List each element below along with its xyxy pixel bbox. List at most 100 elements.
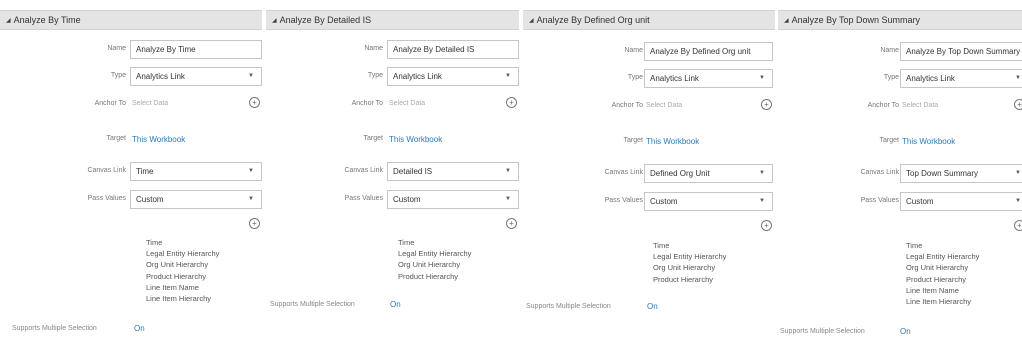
chevron-down-icon: ▼: [1015, 75, 1021, 81]
target-link[interactable]: This Workbook: [132, 135, 185, 144]
chevron-down-icon: ▼: [759, 75, 765, 81]
canvas-link-label: Canvas Link: [604, 169, 643, 176]
type-select[interactable]: Analytics Link ▼: [387, 67, 519, 86]
name-field[interactable]: Analyze By Time: [130, 40, 262, 59]
list-item: Org Unit Hierarchy: [653, 263, 716, 273]
add-pass-value-icon[interactable]: +: [506, 218, 517, 229]
list-item: Product Hierarchy: [906, 274, 967, 284]
type-select[interactable]: Analytics Link ▼: [130, 67, 262, 86]
triangle-down-icon[interactable]: ◢: [272, 18, 277, 24]
canvas-link-value: Defined Org Unit: [650, 169, 710, 178]
chevron-down-icon: ▼: [759, 170, 765, 176]
pass-values-list: Time Legal Entity Hierarchy Org Unit Hie…: [906, 240, 979, 307]
list-item: Time: [653, 241, 670, 250]
pass-values-label: Pass Values: [87, 195, 126, 202]
pass-values-select[interactable]: Custom ▼: [900, 192, 1022, 211]
anchor-to-label: Anchor To: [867, 102, 899, 109]
chevron-down-icon: ▼: [505, 168, 511, 174]
panel-header[interactable]: ◢ Analyze By Defined Org unit: [523, 10, 775, 30]
list-item: Legal Entity Hierarchy: [398, 249, 472, 259]
list-item: Legal Entity Hierarchy: [146, 249, 220, 259]
list-item: Org Unit Hierarchy: [398, 260, 461, 270]
target-link[interactable]: This Workbook: [902, 137, 955, 146]
anchor-select-data[interactable]: Select Data: [646, 102, 682, 109]
list-item: Time: [906, 241, 923, 250]
panel-analyze-by-time: ◢ Analyze By Time Name Analyze By Time Ty…: [0, 0, 262, 341]
type-select[interactable]: Analytics Link ▼: [644, 69, 773, 88]
anchor-select-data[interactable]: Select Data: [132, 100, 168, 107]
anchor-select-data[interactable]: Select Data: [389, 100, 425, 107]
panel-header[interactable]: ◢ Analyze By Time: [0, 10, 262, 30]
canvas-link-select[interactable]: Defined Org Unit ▼: [644, 164, 773, 183]
panel-title: Analyze By Time: [13, 15, 81, 25]
panel-header[interactable]: ◢ Analyze By Top Down Summary: [778, 10, 1022, 30]
pass-values-select[interactable]: Custom ▼: [130, 190, 262, 209]
add-anchor-icon[interactable]: +: [761, 99, 772, 110]
triangle-down-icon[interactable]: ◢: [784, 18, 789, 24]
add-anchor-icon[interactable]: +: [1014, 99, 1022, 110]
list-item: Product Hierarchy: [653, 274, 714, 284]
target-link[interactable]: This Workbook: [389, 135, 442, 144]
supports-multiple-selection-toggle[interactable]: On: [390, 300, 401, 309]
pass-values-select[interactable]: Custom ▼: [387, 190, 519, 209]
supports-multiple-selection-label: Supports Multiple Selection: [12, 325, 97, 332]
canvas-link-value: Time: [136, 167, 154, 176]
name-label: Name: [107, 45, 126, 52]
supports-multiple-selection-toggle[interactable]: On: [134, 324, 145, 333]
add-anchor-icon[interactable]: +: [249, 97, 260, 108]
canvas-link-select[interactable]: Detailed IS ▼: [387, 162, 519, 181]
pass-values-list: Time Legal Entity Hierarchy Org Unit Hie…: [146, 237, 219, 304]
canvas-link-label: Canvas Link: [860, 169, 899, 176]
add-pass-value-icon[interactable]: +: [1014, 220, 1022, 231]
pass-values-list: Time Legal Entity Hierarchy Org Unit Hie…: [398, 237, 471, 282]
type-select[interactable]: Analytics Link ▼: [900, 69, 1022, 88]
list-item: Time: [398, 238, 415, 247]
target-label: Target: [106, 135, 126, 142]
add-pass-value-icon[interactable]: +: [761, 220, 772, 231]
list-item: Legal Entity Hierarchy: [906, 252, 980, 262]
list-item: Org Unit Hierarchy: [906, 263, 969, 273]
pass-values-select[interactable]: Custom ▼: [644, 192, 773, 211]
panel-header[interactable]: ◢ Analyze By Detailed IS: [266, 10, 519, 30]
add-anchor-icon[interactable]: +: [506, 97, 517, 108]
chevron-down-icon: ▼: [248, 168, 254, 174]
triangle-down-icon[interactable]: ◢: [529, 18, 534, 24]
name-label: Name: [880, 47, 899, 54]
pass-values-label: Pass Values: [860, 197, 899, 204]
type-label: Type: [110, 72, 126, 79]
add-pass-value-icon[interactable]: +: [249, 218, 260, 229]
chevron-down-icon: ▼: [759, 198, 765, 204]
name-field[interactable]: Analyze By Defined Org unit: [644, 42, 773, 61]
canvas-link-select[interactable]: Top Down Summary ▼: [900, 164, 1022, 183]
target-label: Target: [623, 137, 643, 144]
pass-values-value: Custom: [906, 197, 934, 206]
panel-title: Analyze By Detailed IS: [279, 15, 372, 25]
supports-multiple-selection-toggle[interactable]: On: [647, 302, 658, 311]
panel-analyze-by-top-down-summary: ◢ Analyze By Top Down Summary Name Analyz…: [778, 0, 1022, 341]
name-label: Name: [364, 45, 383, 52]
supports-multiple-selection-toggle[interactable]: On: [900, 327, 911, 336]
triangle-down-icon[interactable]: ◢: [6, 18, 11, 24]
target-link[interactable]: This Workbook: [646, 137, 699, 146]
anchor-select-data[interactable]: Select Data: [902, 102, 938, 109]
type-value: Analytics Link: [393, 72, 442, 81]
list-item: Line Item Name: [146, 282, 199, 292]
list-item: Time: [146, 238, 163, 247]
canvas-link-select[interactable]: Time ▼: [130, 162, 262, 181]
chevron-down-icon: ▼: [505, 196, 511, 202]
panel-title: Analyze By Top Down Summary: [791, 15, 921, 25]
name-field[interactable]: Analyze By Top Down Summary: [900, 42, 1022, 61]
chevron-down-icon: ▼: [1015, 170, 1021, 176]
panel-analyze-by-defined-org-unit: ◢ Analyze By Defined Org unit Name Analyz…: [523, 0, 775, 341]
anchor-to-label: Anchor To: [94, 100, 126, 107]
chevron-down-icon: ▼: [1015, 198, 1021, 204]
chevron-down-icon: ▼: [248, 73, 254, 79]
list-item: Line Item Hierarchy: [906, 297, 972, 307]
type-value: Analytics Link: [906, 74, 955, 83]
pass-values-list: Time Legal Entity Hierarchy Org Unit Hie…: [653, 240, 726, 285]
canvas-link-value: Detailed IS: [393, 167, 433, 176]
supports-multiple-selection-label: Supports Multiple Selection: [270, 301, 355, 308]
supports-multiple-selection-label: Supports Multiple Selection: [780, 328, 865, 335]
canvas-link-label: Canvas Link: [344, 167, 383, 174]
name-field[interactable]: Analyze By Detailed IS: [387, 40, 519, 59]
